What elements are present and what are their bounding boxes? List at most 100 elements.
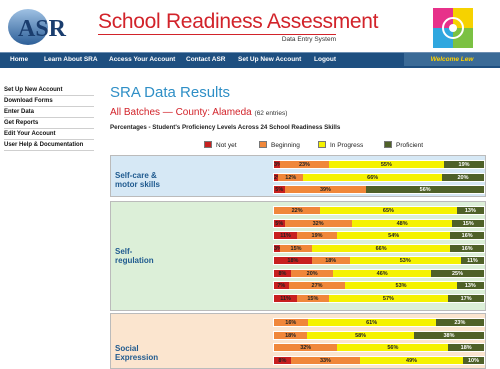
bar-segment-in-progress: 61% <box>307 319 436 326</box>
bar-segment-proficient: 38% <box>413 331 484 339</box>
sidebar-item-get-reports[interactable]: Get Reports <box>4 118 94 129</box>
bar-segment-not-yet: 11% <box>274 294 298 302</box>
skill-row: Comforts self22%65%13% <box>111 206 487 216</box>
bar-segment-in-progress: 53% <box>345 282 457 289</box>
legend-label: Proficient <box>396 142 424 149</box>
nav-set-up-new-account[interactable]: Set Up New Account <box>238 56 301 63</box>
legend-in-progress: In Progress <box>318 141 363 149</box>
legend-not-yet: Not yet <box>204 141 237 149</box>
section-self-regulation: Self-regulationComforts self22%65%13%Sta… <box>110 201 486 311</box>
stacked-bar: 16% 61% 23% <box>273 318 485 327</box>
bar-segment-proficient: 16% <box>450 232 484 239</box>
bar-segment-not-yet: 8% <box>274 356 291 364</box>
chart-subtitle: Percentages - Student's Proficiency Leve… <box>110 124 341 131</box>
stacked-bar: 18% 58% 38% <box>273 330 485 340</box>
nav-learn-about-sra[interactable]: Learn About SRA <box>44 56 98 63</box>
nav-access-account[interactable]: Access Your Account <box>109 56 175 63</box>
welcome-message: Welcome Lew <box>404 53 500 66</box>
bar-segment-in-progress: 58% <box>307 331 414 339</box>
entry-count: (62 entries) <box>254 110 288 117</box>
legend-label: In Progress <box>330 142 364 149</box>
bar-segment-in-progress: 66% <box>311 244 451 252</box>
bar-segment-in-progress: 53% <box>349 257 461 264</box>
section-self-care-motor-skills: Self-care & motor skillsUses small manip… <box>110 155 486 197</box>
bar-segment-proficient: 25% <box>430 269 484 277</box>
legend-swatch <box>204 141 212 148</box>
stacked-bar: 32% 56% 18% <box>273 343 485 352</box>
nav-contact-asr[interactable]: Contact ASR <box>186 56 225 63</box>
sidebar-item-user-help[interactable]: User Help & Documentation <box>4 140 94 151</box>
bar-segment-not-yet: 11% <box>274 232 298 239</box>
sidebar-item-edit-account[interactable]: Edit Your Account <box>4 129 94 140</box>
skill-row: Self-regulates11%19%54%16% <box>111 231 487 241</box>
asr-logo[interactable]: ASR <box>6 6 70 46</box>
bar-segment-beginning: 19% <box>297 232 337 239</box>
legend-beginning: Beginning <box>259 141 300 149</box>
bar-segment-in-progress: 54% <box>336 232 451 239</box>
bar-segment-in-progress: 56% <box>337 344 449 351</box>
stacked-bar: 7% 27% 53% 13% <box>273 281 485 290</box>
bar-segment-in-progress: 55% <box>328 161 445 168</box>
skill-row: Expresses needs/wants18%58%38% <box>111 330 487 341</box>
sidebar-item-download-forms[interactable]: Download Forms <box>4 96 94 107</box>
skill-row: Follows directions3%15%66%16% <box>111 243 487 254</box>
skill-row: Negotiates with peers18%18%53%11% <box>111 256 487 266</box>
bar-segment-in-progress: 66% <box>303 173 442 181</box>
skill-row: Coordination on playground2%12%66%20% <box>111 172 487 183</box>
bar-segment-beginning: 16% <box>274 319 308 326</box>
bar-segment-beginning: 33% <box>290 356 361 364</box>
sidebar: Set Up New Account Download Forms Enter … <box>4 85 94 151</box>
bar-segment-beginning: 39% <box>284 186 367 193</box>
app-subtitle: Data Entry System <box>98 34 336 43</box>
legend-proficient: Proficient <box>384 141 423 149</box>
stacked-bar: 3%15%66%16% <box>273 243 485 253</box>
stacked-bar: 22% 65% 13% <box>273 206 485 215</box>
stacked-bar: 2%12%66%20% <box>273 172 485 182</box>
legend-label: Beginning <box>271 142 300 149</box>
bar-segment-proficient: 19% <box>444 161 484 168</box>
bar-segment-in-progress: 49% <box>360 356 463 364</box>
bar-segment-proficient: 15% <box>452 219 484 227</box>
bar-segment-beginning: 23% <box>280 161 329 168</box>
bar-segment-beginning: 20% <box>290 269 334 277</box>
stacked-bar: 11% 15% 57% 17% <box>273 293 485 303</box>
bar-segment-in-progress: 57% <box>328 294 449 302</box>
bar-segment-in-progress: 65% <box>320 207 457 214</box>
bar-segment-in-progress: 46% <box>333 269 431 277</box>
top-nav: Home Learn About SRA Access Your Account… <box>0 52 500 68</box>
nav-logout[interactable]: Logout <box>314 56 336 63</box>
bar-segment-proficient: 13% <box>456 282 484 289</box>
bar-segment-not-yet: 5% <box>274 186 285 193</box>
skill-row: Expresses empathy32%56%18% <box>111 343 487 353</box>
bar-segment-proficient: 18% <box>448 344 484 351</box>
legend-label: Not yet <box>216 142 237 149</box>
kids-logo-icon <box>433 8 473 48</box>
bar-segment-not-yet: 8% <box>274 269 291 277</box>
legend-swatch <box>259 141 267 148</box>
bar-segment-beginning: 15% <box>297 294 329 302</box>
stacked-bar: 3%23%55%19% <box>273 160 485 169</box>
sidebar-item-enter-data[interactable]: Enter Data <box>4 107 94 118</box>
bar-segment-beginning: 32% <box>274 344 338 351</box>
logo-text: ASR <box>18 16 67 42</box>
stacked-bar: 8% 20% 46% 25% <box>273 268 485 278</box>
sidebar-item-set-up-new-account[interactable]: Set Up New Account <box>4 85 94 96</box>
stacked-bar: 5% 32% 48% 15% <box>273 218 485 228</box>
batch-title: All Batches — County: Alameda (62 entrie… <box>110 107 287 118</box>
bar-segment-beginning: 18% <box>274 331 308 339</box>
stacked-bar: 5% 39% 56% <box>273 185 485 194</box>
bar-segment-beginning: 32% <box>284 219 352 227</box>
skill-row: Relates appropriately to adults16%61%23% <box>111 318 487 328</box>
skill-row: Expressive abilities8%33%49%10% <box>111 355 487 366</box>
bar-segment-beginning: 18% <box>311 257 350 264</box>
skill-row: Uses small manipulatives3%23%55%19% <box>111 160 487 170</box>
skill-row: Stays focused5%32%48%15% <box>111 218 487 229</box>
skill-row: Participates succ. in circle time7%27%53… <box>111 281 487 291</box>
nav-home[interactable]: Home <box>10 56 28 63</box>
bar-segment-proficient: 11% <box>460 257 484 264</box>
app-title: School Readiness Assessment <box>98 10 379 33</box>
batch-name: All Batches — County: Alameda <box>110 107 252 118</box>
bar-segment-proficient: 13% <box>456 207 484 214</box>
bar-segment-proficient: 56% <box>366 186 484 193</box>
bar-segment-in-progress: 48% <box>351 219 453 227</box>
